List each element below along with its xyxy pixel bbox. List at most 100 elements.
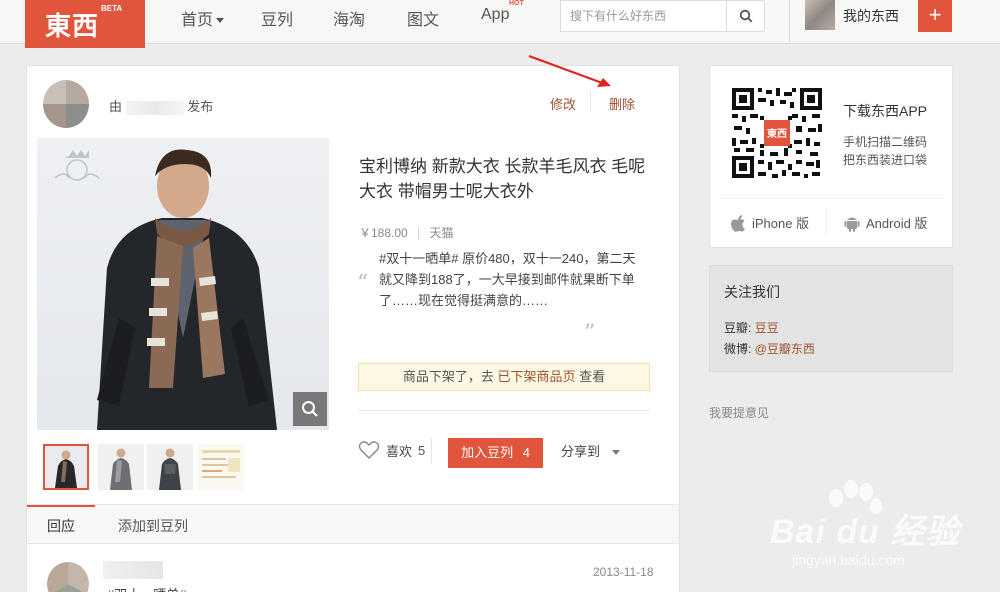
beta-badge: BETA bbox=[101, 4, 123, 13]
baidu-jingyan-watermark: Bai du 经验 jingyan.baidu.com bbox=[742, 478, 982, 578]
action-divider bbox=[590, 90, 591, 112]
share-label: 分享到 bbox=[561, 444, 601, 459]
site-logo[interactable]: 東西 BETA bbox=[25, 0, 145, 48]
like-count: 5 bbox=[418, 442, 426, 458]
header-divider bbox=[789, 0, 790, 44]
comment-text: #双十一晒单# bbox=[107, 584, 186, 592]
app-desc-line: 把东西装进口袋 bbox=[843, 153, 928, 167]
notice-prefix: 商品下架了，去 bbox=[402, 369, 494, 384]
qr-logo-text: 東西 bbox=[767, 127, 787, 140]
nav-app[interactable]: App HOT bbox=[481, 0, 524, 24]
platform-divider bbox=[826, 209, 827, 235]
android-download-link[interactable]: Android 版 bbox=[844, 213, 927, 232]
nav-doulie[interactable]: 豆列 bbox=[261, 6, 293, 30]
add-count: 4 bbox=[522, 445, 530, 460]
my-stuff-link[interactable]: 我的东西 bbox=[843, 6, 899, 26]
author-avatar[interactable] bbox=[43, 80, 89, 128]
feedback-link[interactable]: 我要提意见 bbox=[709, 404, 769, 421]
app-desc-line: 手机扫描二维码 bbox=[843, 135, 928, 149]
delisted-page-link[interactable]: 已下架商品页 bbox=[497, 369, 575, 384]
thumbnail-image bbox=[147, 444, 193, 490]
nav-home[interactable]: 首页 bbox=[181, 6, 225, 30]
open-quote-mark: “ bbox=[357, 271, 369, 296]
commenter-name-blurred[interactable] bbox=[103, 561, 163, 579]
magnify-icon bbox=[302, 401, 318, 417]
edit-link[interactable]: 修改 bbox=[550, 94, 576, 113]
active-tab-indicator bbox=[27, 505, 95, 507]
share-dropdown[interactable]: 分享到 bbox=[561, 441, 620, 460]
zoom-button[interactable] bbox=[293, 392, 327, 426]
review-quote: #双十一晒单# 原价480，双十一240，第二天就又降到188了，一大早接到邮件… bbox=[379, 251, 636, 308]
nav-haitao[interactable]: 海淘 bbox=[333, 6, 365, 30]
android-label: Android 版 bbox=[866, 216, 928, 231]
product-photo[interactable] bbox=[37, 138, 329, 430]
nav-home-label: 首页 bbox=[181, 12, 214, 29]
android-icon bbox=[844, 217, 860, 232]
hot-badge: HOT bbox=[509, 0, 524, 7]
price-line: ￥188.00 | 天猫 bbox=[359, 224, 454, 241]
divider bbox=[358, 410, 650, 411]
follow-us-box: 关注我们 豆瓣: 豆豆 微博: @豆瓣东西 bbox=[709, 265, 953, 372]
top-navbar: 東西 BETA 首页 豆列 海淘 图文 App HOT 我的东西 + bbox=[0, 0, 1000, 48]
add-label: 加入豆列 bbox=[461, 445, 514, 460]
store-name[interactable]: 天猫 bbox=[430, 226, 454, 240]
comment-date: 2013-11-18 bbox=[593, 565, 654, 579]
chevron-down-icon bbox=[216, 18, 225, 24]
red-arrow-annotation bbox=[528, 55, 611, 87]
by-prefix: 由 bbox=[109, 99, 123, 114]
thumbnail-2[interactable] bbox=[98, 444, 144, 490]
add-post-button[interactable]: + bbox=[918, 0, 952, 32]
qr-code-image[interactable]: 東西 bbox=[730, 86, 824, 180]
search-button[interactable] bbox=[726, 1, 764, 31]
weibo-label: 微博: bbox=[724, 342, 752, 356]
delisted-notice: 商品下架了，去 已下架商品页 查看 bbox=[358, 363, 650, 391]
app-download-title: 下载东西APP bbox=[843, 103, 928, 119]
heart-icon bbox=[358, 441, 380, 459]
thumbnail-image bbox=[98, 444, 144, 490]
notice-suffix: 查看 bbox=[579, 369, 606, 384]
thumbnail-image bbox=[198, 444, 244, 490]
nav-app-label: App bbox=[481, 6, 510, 23]
thumbnail-4[interactable] bbox=[198, 444, 244, 490]
product-price: ￥188.00 bbox=[359, 226, 408, 240]
iphone-download-link[interactable]: iPhone 版 bbox=[730, 213, 809, 232]
weibo-line: 微博: @豆瓣东西 bbox=[724, 340, 815, 357]
tab-add-to-doulie[interactable]: 添加到豆列 bbox=[118, 516, 188, 536]
nav-tuwen[interactable]: 图文 bbox=[407, 6, 439, 30]
user-avatar[interactable] bbox=[805, 0, 835, 30]
thumbnail-3[interactable] bbox=[147, 444, 193, 490]
weibo-link[interactable]: @豆瓣东西 bbox=[755, 342, 815, 356]
add-to-doulie-button[interactable]: 加入豆列 4 bbox=[448, 438, 543, 468]
chevron-down-icon bbox=[611, 450, 620, 456]
tab-replies[interactable]: 回应 bbox=[47, 516, 75, 536]
douban-link[interactable]: 豆豆 bbox=[755, 321, 779, 335]
thumbnail-1[interactable] bbox=[43, 444, 89, 490]
delete-link[interactable]: 删除 bbox=[609, 94, 635, 113]
iphone-label: iPhone 版 bbox=[752, 216, 810, 231]
search-box bbox=[560, 0, 765, 32]
follow-us-title: 关注我们 bbox=[724, 284, 780, 300]
product-title[interactable]: 宝利博纳 新款大衣 长款羊毛风衣 毛呢大衣 带帽男士呢大衣外 bbox=[359, 154, 649, 204]
thumbnail-image bbox=[45, 446, 87, 488]
app-download-desc: 手机扫描二维码 把东西装进口袋 bbox=[843, 133, 927, 169]
tabs-bar: 回应 添加到豆列 bbox=[27, 504, 679, 544]
post-card: 由 发布 修改 删除 宝利博纳 新款大衣 长款羊毛风衣 毛呢大衣 带帽男士呢大衣… bbox=[26, 55, 680, 592]
author-line: 由 发布 bbox=[109, 96, 213, 115]
author-name-blurred[interactable] bbox=[125, 100, 184, 115]
commenter-avatar[interactable] bbox=[47, 562, 89, 592]
search-icon bbox=[739, 9, 752, 23]
price-separator: | bbox=[417, 226, 421, 240]
close-quote-mark: ” bbox=[584, 321, 596, 346]
douban-label: 豆瓣: bbox=[724, 321, 752, 335]
action-divider bbox=[431, 438, 432, 464]
like-button[interactable]: 喜欢 5 bbox=[358, 440, 425, 460]
app-download-card: 東西 下载东西APP 手机扫描二维码 把东西装进口袋 iPhone 版 Andr… bbox=[709, 65, 953, 248]
douban-line: 豆瓣: 豆豆 bbox=[724, 319, 779, 336]
divider bbox=[720, 198, 942, 199]
logo-text: 東西 bbox=[45, 11, 100, 41]
search-input[interactable] bbox=[561, 1, 726, 31]
apple-icon bbox=[731, 214, 745, 232]
product-illustration bbox=[54, 149, 277, 430]
watermark-url: jingyan.baidu.com bbox=[792, 552, 905, 568]
by-suffix: 发布 bbox=[187, 99, 214, 114]
